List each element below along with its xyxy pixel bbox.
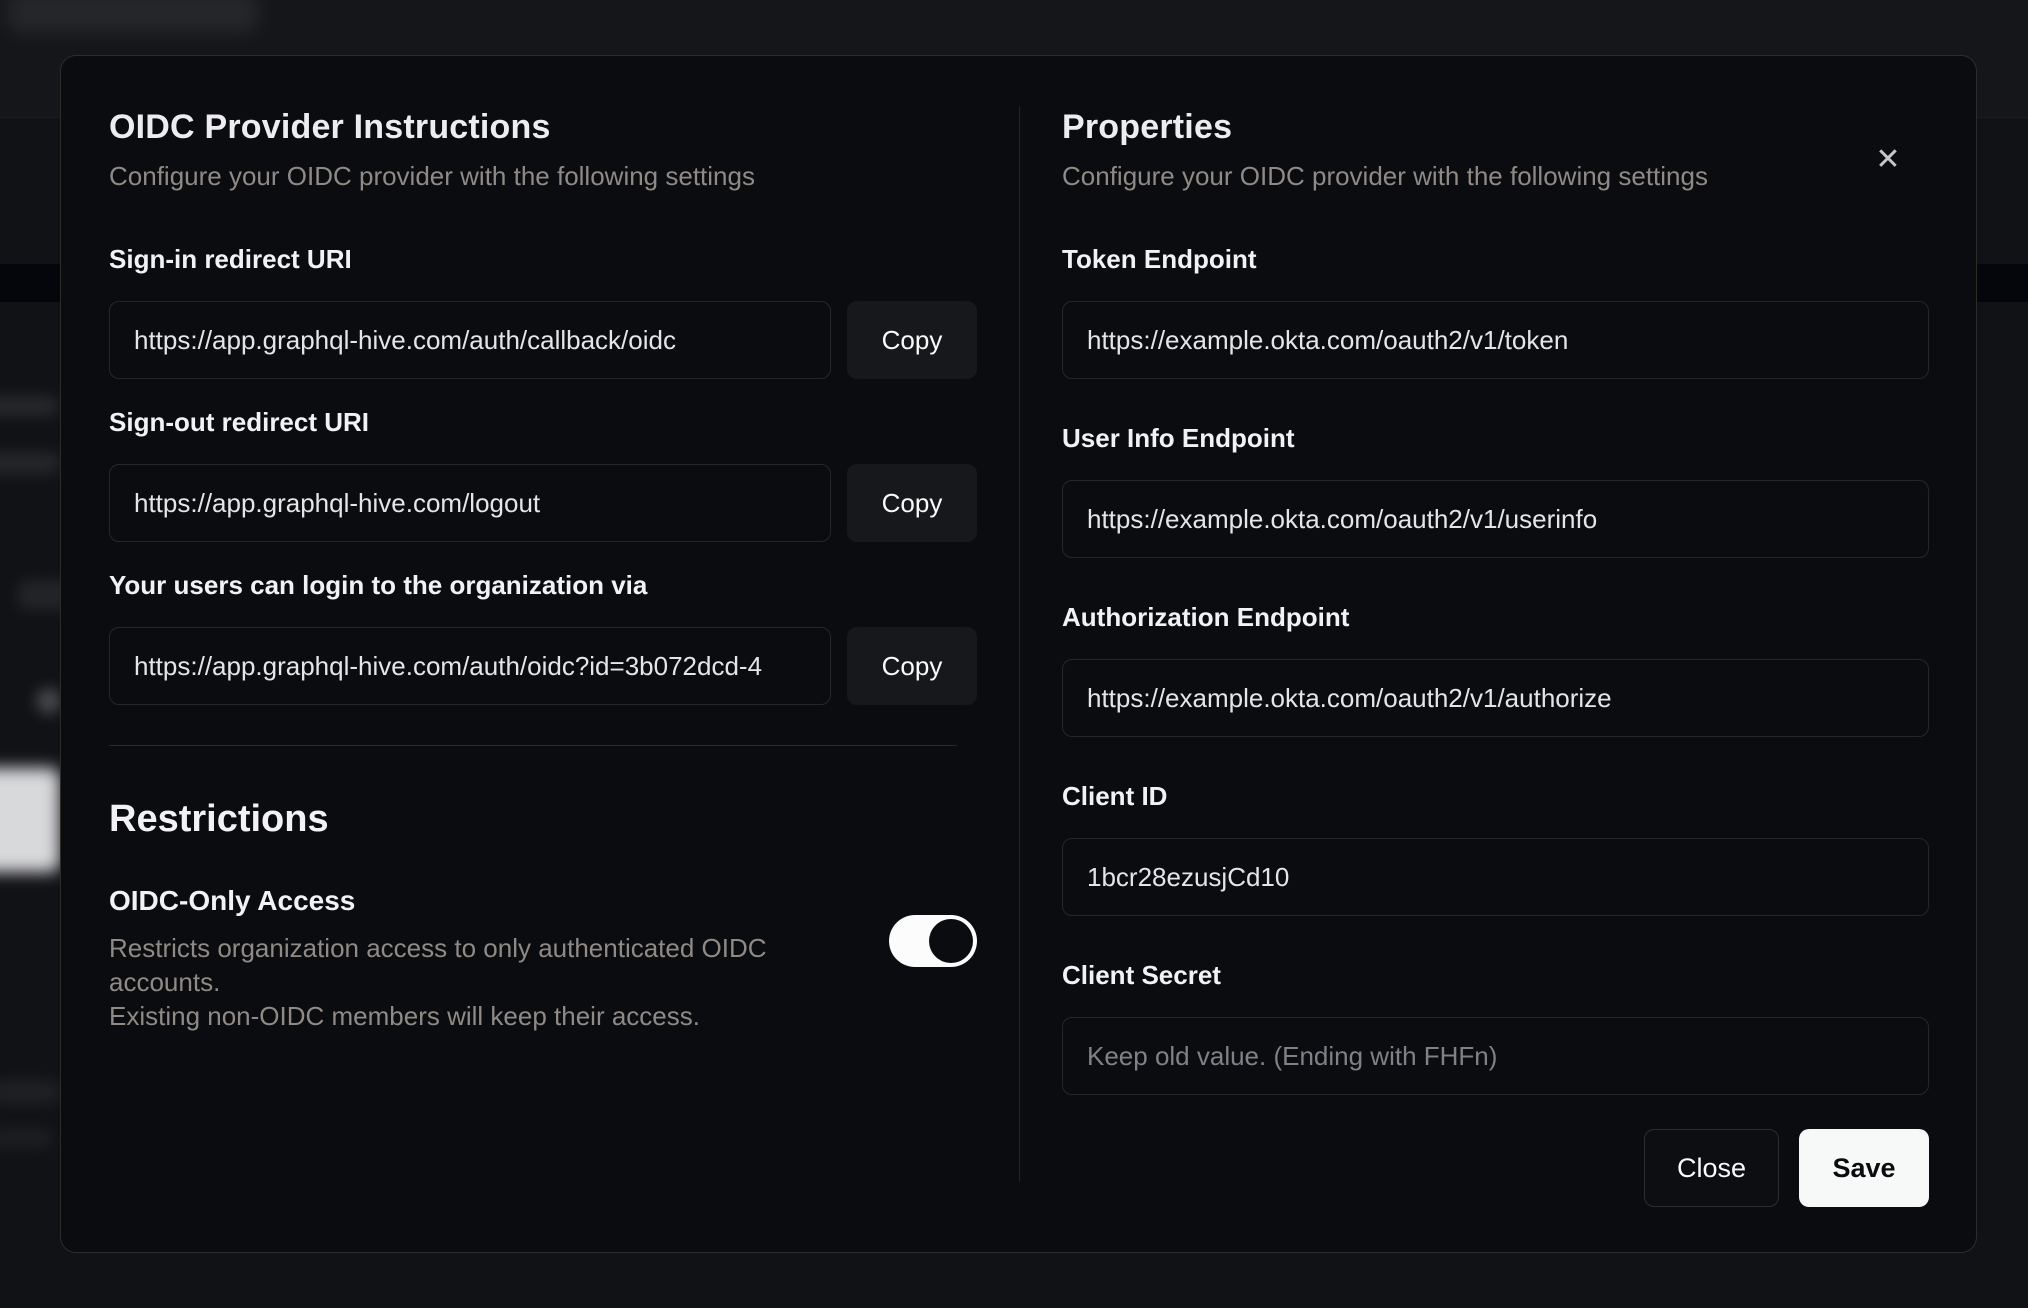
oidc-only-access-description: Restricts organization access to only au…: [109, 933, 767, 1031]
properties-section: Properties Configure your OIDC provider …: [1020, 56, 1976, 1252]
save-button[interactable]: Save: [1799, 1129, 1929, 1207]
copy-sign-in-uri-button[interactable]: Copy: [847, 301, 977, 379]
authorization-endpoint-input[interactable]: [1062, 659, 1929, 737]
oidc-instructions-section: OIDC Provider Instructions Configure you…: [61, 56, 1019, 1252]
user-info-endpoint-input[interactable]: [1062, 480, 1929, 558]
client-secret-input[interactable]: [1062, 1017, 1929, 1095]
properties-title: Properties: [1062, 108, 1233, 146]
sign-in-redirect-uri-label: Sign-in redirect URI: [109, 244, 352, 274]
user-info-endpoint-label: User Info Endpoint: [1062, 423, 1295, 453]
blurred-background-element: [0, 1128, 52, 1148]
close-icon[interactable]: ✕: [1868, 140, 1908, 180]
blurred-background-element: [0, 396, 58, 416]
instructions-title: OIDC Provider Instructions: [109, 108, 551, 146]
copy-sign-out-uri-button[interactable]: Copy: [847, 464, 977, 542]
organization-login-uri-label: Your users can login to the organization…: [109, 570, 648, 600]
restrictions-title: Restrictions: [109, 798, 329, 840]
blurred-background-element: [8, 0, 258, 32]
blurred-background-element: [0, 452, 60, 474]
blurred-background-element: [36, 688, 62, 714]
toggle-thumb: [929, 919, 973, 963]
section-divider: [109, 745, 957, 746]
sign-out-redirect-uri-row: Copy: [109, 464, 977, 542]
token-endpoint-input[interactable]: [1062, 301, 1929, 379]
client-secret-field: Client Secret: [1062, 960, 1929, 1095]
client-secret-label: Client Secret: [1062, 960, 1221, 990]
instructions-subtitle: Configure your OIDC provider with the fo…: [109, 161, 755, 191]
properties-subtitle: Configure your OIDC provider with the fo…: [1062, 161, 1708, 191]
blurred-background-element: [0, 1080, 60, 1104]
sign-in-redirect-uri-row: Copy: [109, 301, 977, 379]
organization-login-uri-input[interactable]: [109, 627, 831, 705]
sign-out-redirect-uri-label: Sign-out redirect URI: [109, 407, 370, 437]
sign-out-redirect-uri-input[interactable]: [109, 464, 831, 542]
client-id-field: Client ID: [1062, 781, 1929, 916]
authorization-endpoint-field: Authorization Endpoint: [1062, 602, 1929, 737]
client-id-label: Client ID: [1062, 781, 1168, 811]
modal-footer: Close Save: [1062, 1129, 1929, 1207]
oidc-settings-modal: ✕ OIDC Provider Instructions Configure y…: [60, 55, 1977, 1253]
copy-login-uri-button[interactable]: Copy: [847, 627, 977, 705]
oidc-only-access-label: OIDC-Only Access: [109, 885, 356, 916]
user-info-endpoint-field: User Info Endpoint: [1062, 423, 1929, 558]
token-endpoint-label: Token Endpoint: [1062, 244, 1257, 274]
client-id-input[interactable]: [1062, 838, 1929, 916]
sign-in-redirect-uri-input[interactable]: [109, 301, 831, 379]
organization-login-uri-row: Copy: [109, 627, 977, 705]
close-button[interactable]: Close: [1644, 1129, 1779, 1207]
token-endpoint-field: Token Endpoint: [1062, 244, 1929, 379]
oidc-only-access-toggle[interactable]: [889, 915, 977, 967]
oidc-only-access-row: OIDC-Only Access Restricts organization …: [109, 885, 977, 1033]
blurred-background-button: [0, 768, 60, 872]
authorization-endpoint-label: Authorization Endpoint: [1062, 602, 1350, 632]
